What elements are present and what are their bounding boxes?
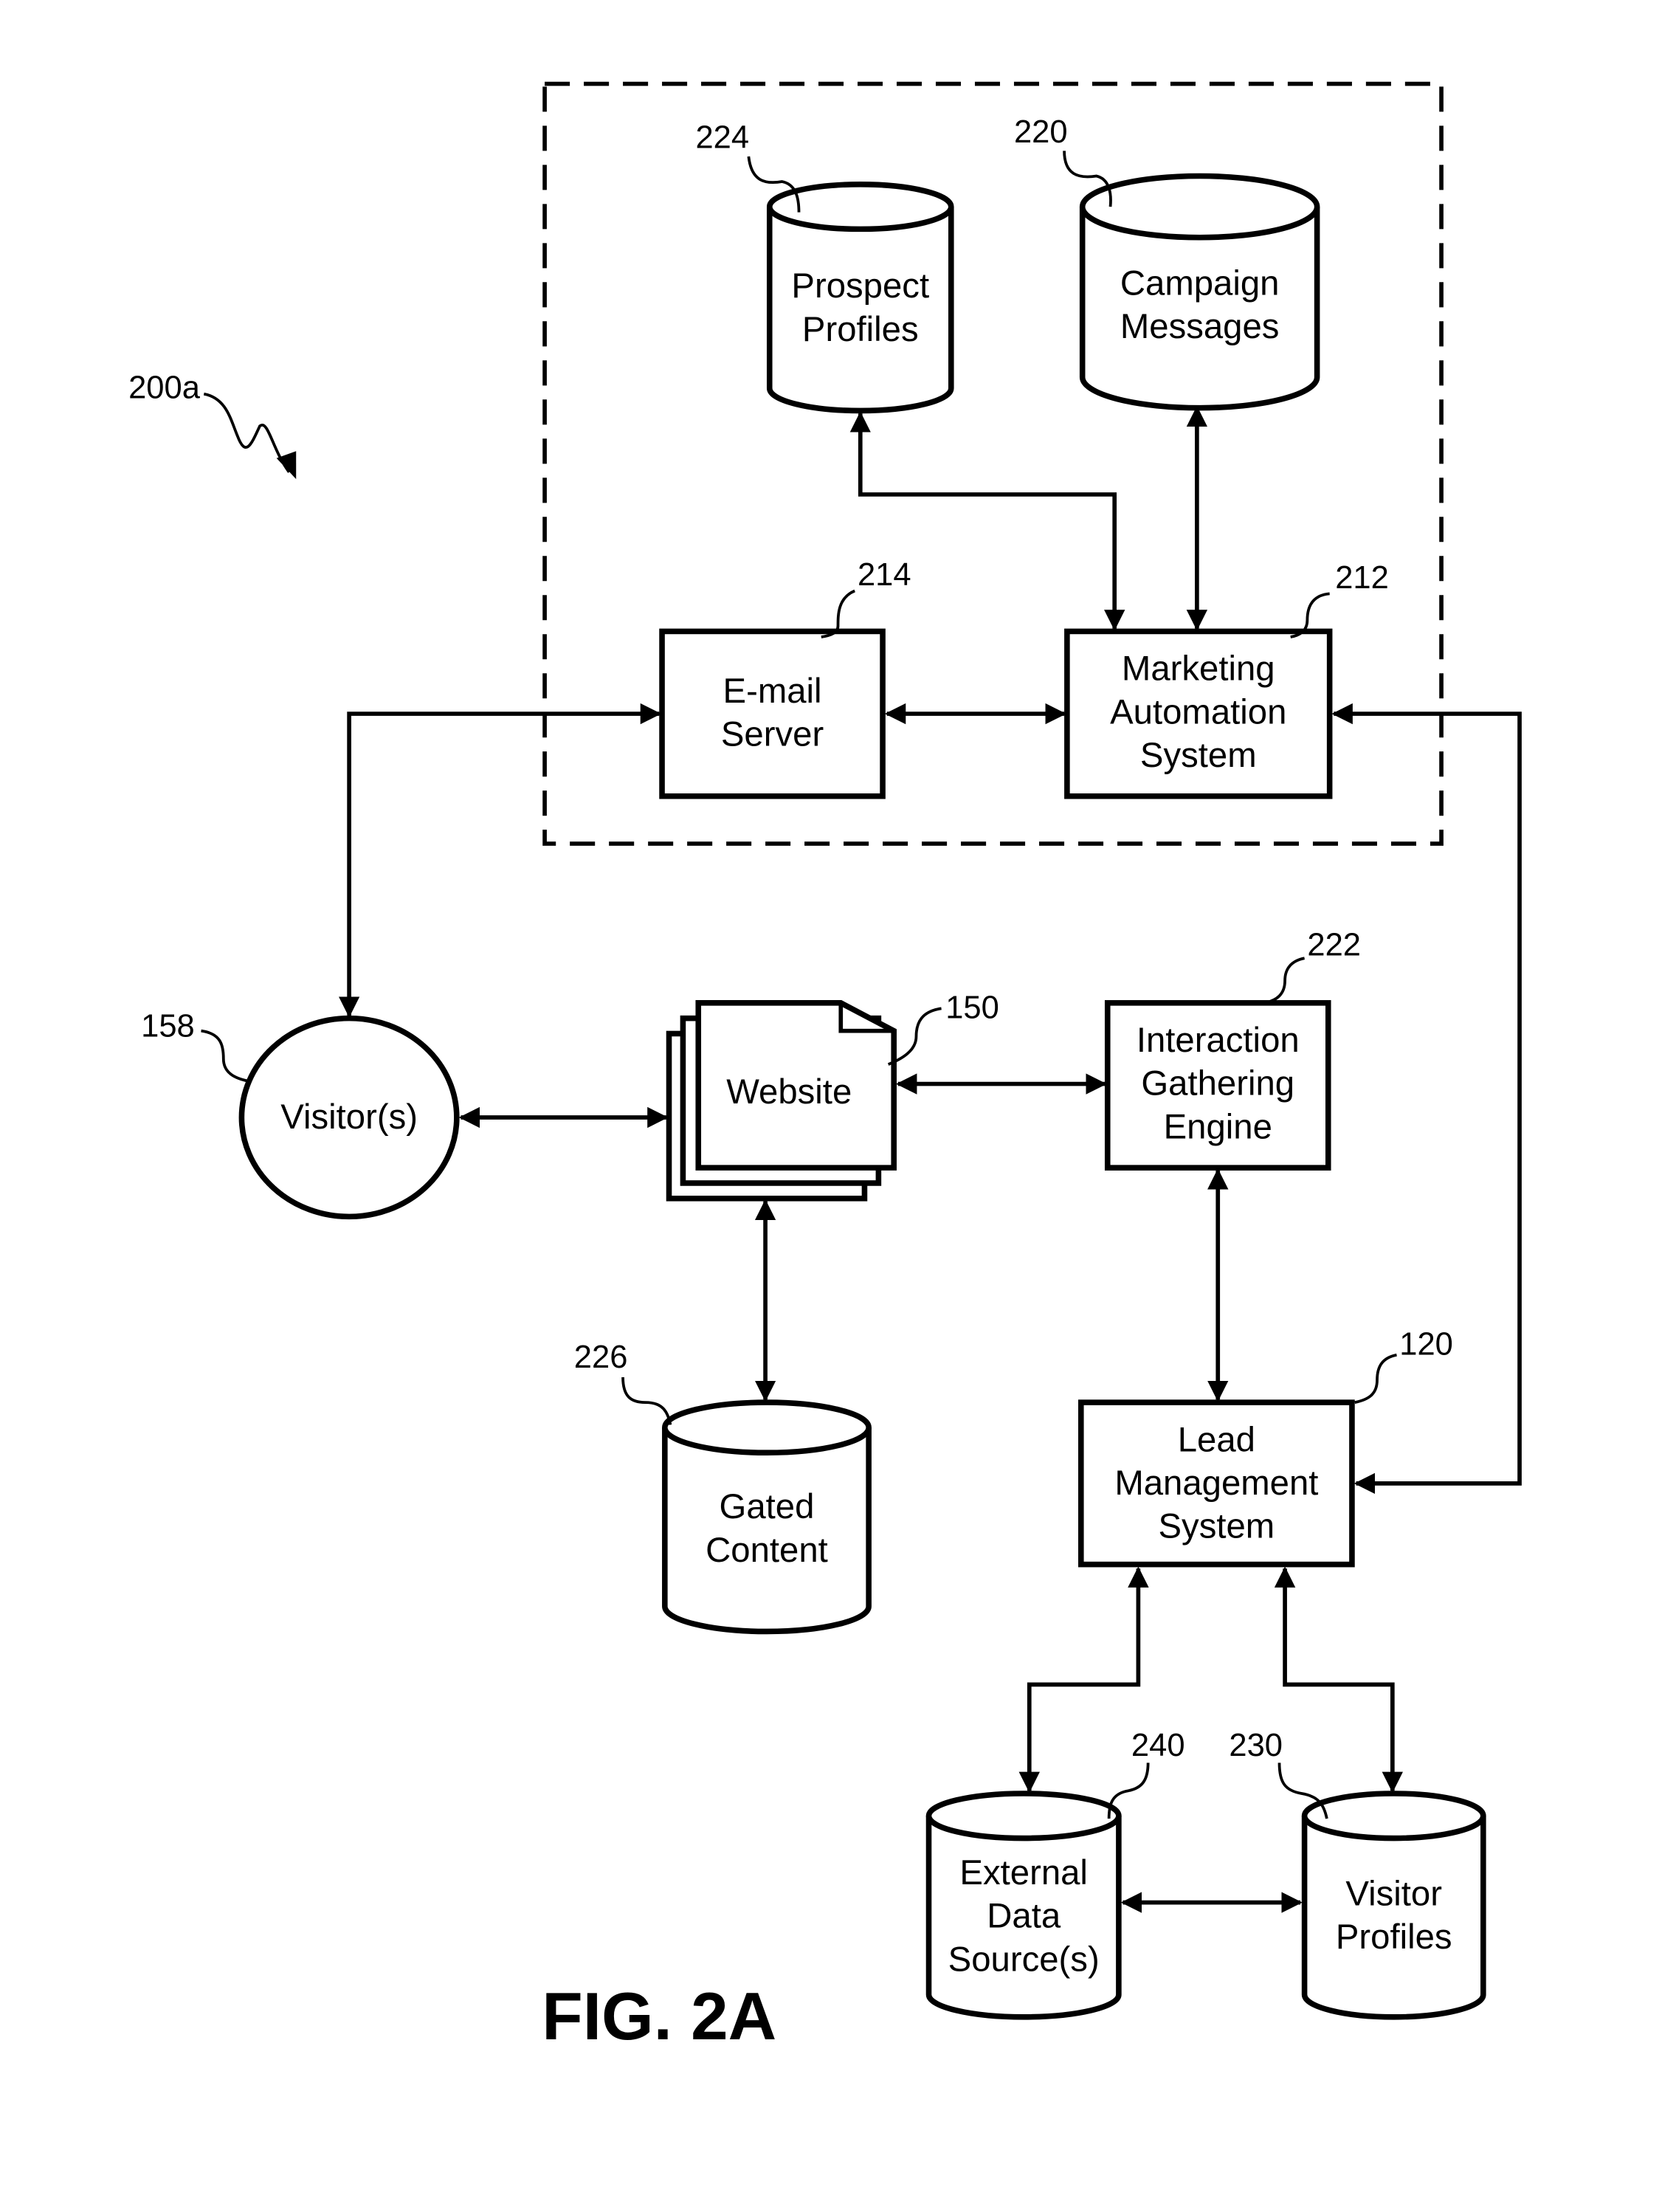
interaction-engine-box: Interaction Gathering Engine — [1104, 1000, 1331, 1171]
prospect-profiles-label-2: Profiles — [802, 310, 919, 349]
marketing-automation-label-3: System — [1140, 736, 1257, 775]
visitor-profiles-ref: 230 — [1229, 1728, 1283, 1763]
interaction-engine-label-1: Interaction — [1137, 1021, 1300, 1060]
figure-reference-squiggle — [203, 392, 291, 473]
external-data-database: External Data Source(s) — [925, 1791, 1122, 2020]
website-label: Website — [726, 1072, 852, 1112]
gated-content-database: Gated Content — [662, 1399, 872, 1635]
visitor-profiles-label-2: Profiles — [1336, 1918, 1452, 1957]
lead-management-box: Lead Management System — [1078, 1399, 1355, 1568]
campaign-messages-database: Campaign Messages — [1079, 173, 1320, 411]
email-server-label-2: Server — [721, 715, 824, 754]
visitor-profiles-database: Visitor Profiles — [1301, 1791, 1486, 2020]
campaign-messages-ref: 220 — [1014, 114, 1068, 150]
gated-content-label-1: Gated — [720, 1487, 815, 1526]
prospect-profiles-ref: 224 — [695, 120, 749, 156]
edge-lead-mas — [1331, 703, 1522, 1495]
marketing-automation-label-1: Marketing — [1122, 650, 1275, 689]
lead-management-label-2: Management — [1114, 1464, 1318, 1503]
figure-reference: 200a — [128, 370, 201, 405]
visitors-label: Visitor(s) — [280, 1098, 418, 1137]
external-data-label-2: Data — [987, 1897, 1061, 1936]
marketing-automation-label-2: Automation — [1110, 692, 1286, 731]
patent-diagram: 200a Prospect Profiles 224 Campaign Mess… — [128, 81, 1522, 2054]
edge-lead-external — [1018, 1566, 1149, 1794]
edge-lead-visitor-profiles — [1274, 1566, 1404, 1794]
visitor-profiles-label-1: Visitor — [1345, 1874, 1442, 1913]
marketing-automation-ref: 212 — [1335, 560, 1389, 596]
email-server-ref: 214 — [858, 557, 911, 593]
lead-management-leader — [1354, 1353, 1397, 1404]
website-ref: 150 — [945, 990, 999, 1026]
figure-title: FIG. 2A — [542, 1980, 776, 2054]
marketing-automation-box: Marketing Automation System — [1064, 628, 1333, 799]
lead-management-label-3: System — [1159, 1507, 1275, 1546]
interaction-engine-ref: 222 — [1307, 927, 1361, 962]
external-data-label-3: Source(s) — [948, 1940, 1100, 1979]
visitors-ref: 158 — [141, 1008, 195, 1044]
email-server-box: E-mail Server — [659, 628, 886, 799]
campaign-messages-label-2: Messages — [1120, 307, 1280, 346]
visitors-circle: Visitor(s) — [238, 1015, 460, 1220]
prospect-profiles-label-1: Prospect — [791, 266, 929, 306]
interaction-engine-leader — [1265, 957, 1306, 1005]
email-server-label-1: E-mail — [723, 672, 822, 711]
website-document-stack: Website — [666, 1000, 897, 1202]
external-data-ref: 240 — [1131, 1728, 1185, 1763]
interaction-engine-label-2: Gathering — [1141, 1064, 1294, 1103]
edge-mas-prospect-profiles — [849, 411, 1125, 631]
lead-management-ref: 120 — [1399, 1327, 1453, 1362]
edge-visitors-email — [338, 703, 662, 1018]
prospect-profiles-database: Prospect Profiles — [766, 182, 954, 414]
gated-content-leader — [621, 1377, 672, 1425]
lead-management-label-1: Lead — [1178, 1420, 1255, 1459]
interaction-engine-label-3: Engine — [1164, 1107, 1272, 1146]
visitors-leader — [201, 1029, 249, 1083]
campaign-messages-label-1: Campaign — [1120, 263, 1280, 303]
gated-content-label-2: Content — [706, 1531, 828, 1570]
gated-content-ref: 226 — [574, 1340, 628, 1375]
external-data-label-1: External — [959, 1853, 1088, 1892]
